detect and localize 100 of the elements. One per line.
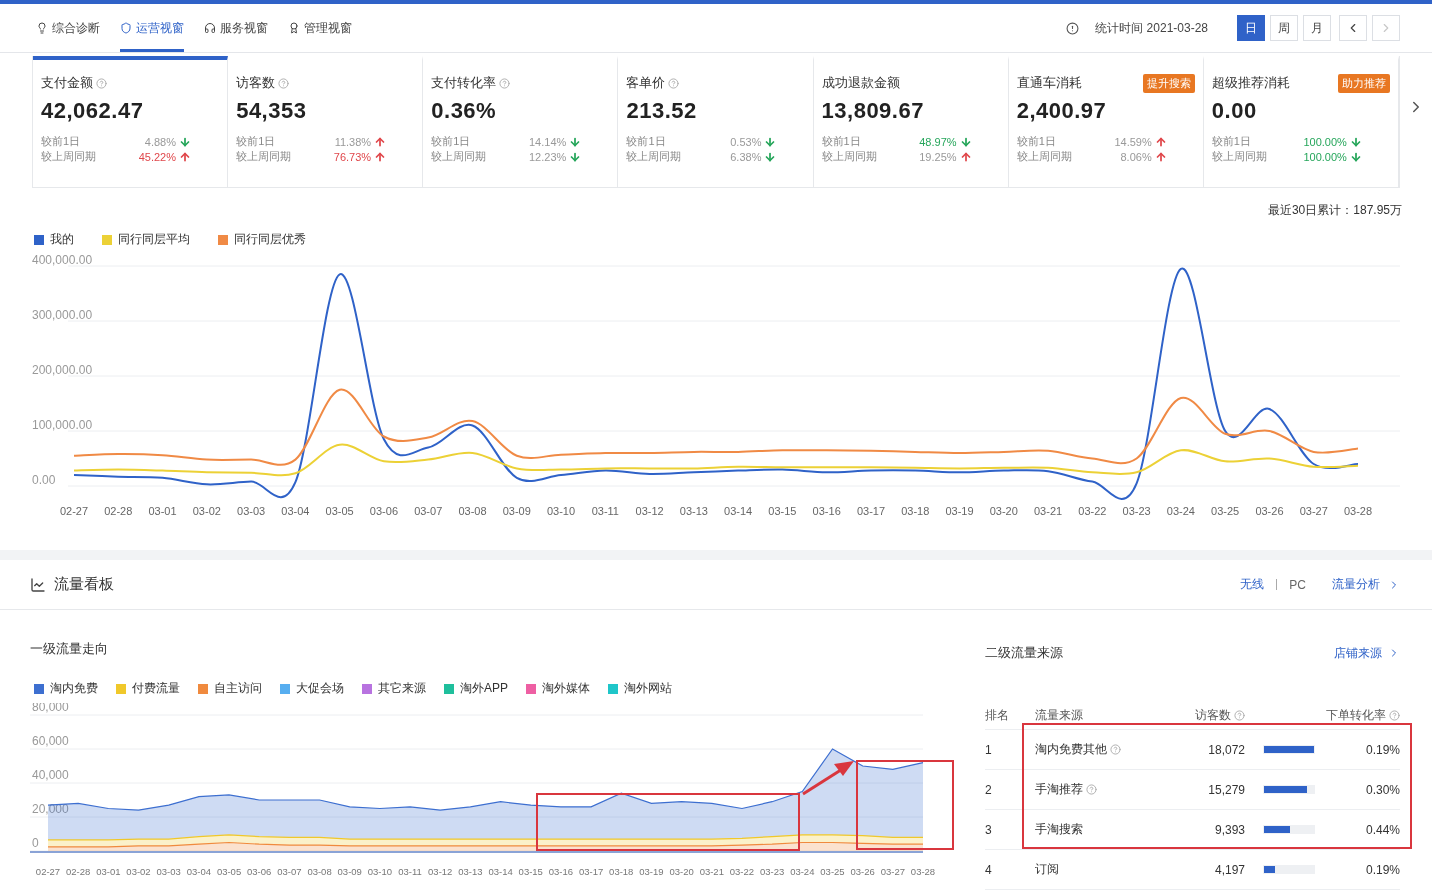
axis-label: 03-13 [458,866,483,877]
store-source-link[interactable]: 店铺来源 [1334,644,1382,662]
source-cell[interactable]: 订阅 [1035,861,1175,878]
nav-tab[interactable]: 综合诊断 [36,4,100,52]
axis-label: 03-27 [1299,505,1328,517]
rank-cell-text: 1 [985,742,993,757]
axis-label: 03-22 [1078,505,1107,517]
axis-label: 03-24 [790,866,815,877]
source-cell[interactable]: 手淘搜索 [1035,821,1175,838]
comparison-label: 较上周同期 [431,149,488,164]
comparison-value: 19.25% [919,150,957,163]
axis-label: 0 [32,836,39,850]
legend-label: 同行同层平均 [118,231,190,248]
comparison-label: 较前1日 [41,134,82,149]
axis-label: 03-25 [1211,505,1240,517]
axis-label: 03-11 [591,505,619,517]
axis-label: 03-27 [880,866,905,877]
channel-link[interactable]: PC [1289,577,1306,592]
comparison-label: 较前1日 [236,134,277,149]
axis-label: 03-23 [1122,505,1151,517]
axis-label: 03-13 [679,505,708,517]
comparison-label: 较上周同期 [41,149,97,164]
source-cell[interactable]: 手淘推荐 [1035,781,1175,798]
metric-card[interactable]: 支付转化率 0.36% 较前1日 14.14% 较上周同期 12.23% [423,56,619,187]
axis-label: 03-23 [760,866,785,877]
legend-swatch [102,234,112,245]
comparison-label: 较前1日 [1211,134,1252,149]
axis-label: 03-12 [635,505,664,517]
visitor-count: 9,393 [1213,822,1245,837]
rank-cell-text: 3 [985,822,993,837]
comparison-label: 较上周同期 [1016,149,1073,164]
nav-tab[interactable]: 服务视窗 [204,4,268,52]
metric-card[interactable]: 成功退款金额 13,809.67 较前1日 48.97% 较上周同期 19.25% [813,56,1009,187]
metric-title: 超级推荐消耗 [1211,74,1290,92]
channel-link[interactable]: 无线 [1240,576,1265,593]
axis-label: 03-21 [699,866,724,877]
axis-label: 02-28 [66,866,91,877]
axis-label: 03-24 [1166,505,1195,517]
metric-title: 支付转化率 [431,74,497,92]
comparison-label: 较上周同期 [236,149,293,164]
axis-label: 03-08 [458,505,487,517]
axis-label: 03-20 [669,866,694,877]
axis-label: 03-18 [609,866,634,877]
metric-value: 213.52 [626,98,698,124]
visitor-count: 18,072 [1207,742,1245,757]
axis-label: 200,000.00 [32,363,93,377]
legend-swatch [34,234,44,245]
axis-label: 400,000.00 [32,254,93,267]
axis-label: 03-16 [548,866,574,877]
axis-label: 03-26 [1255,505,1284,517]
axis-label: 03-21 [1034,505,1063,517]
axis-label: 03-14 [724,505,753,517]
axis-label: 03-03 [156,866,181,877]
headset-icon [204,22,216,34]
shield-icon [120,22,132,34]
axis-label: 0.00 [32,473,56,487]
source-cell[interactable]: 淘内免费其他 [1035,741,1175,758]
comparison-value: 11.38% [334,135,372,148]
metric-card[interactable]: 直通车消耗 提升搜索 2,400.97 较前1日 14.59% 较上周同期 8.06% [1008,56,1204,187]
nav-tab[interactable]: 管理视窗 [288,4,352,52]
conversion-rate: 0.19% [1364,862,1400,877]
metric-card[interactable]: 客单价 213.52 较前1日 0.53% 较上周同期 6.38% [618,56,814,187]
axis-label: 40,000 [32,768,69,782]
axis-label: 03-08 [307,866,332,877]
axis-label: 03-19 [945,505,974,517]
axis-label: 02-28 [104,505,133,517]
axis-label: 03-09 [337,866,362,877]
metric-card[interactable]: 访客数 54,353 较前1日 11.38% 较上周同期 76.73% [228,56,424,187]
axis-label: 03-14 [488,866,513,877]
axis-label: 03-05 [325,505,354,517]
legend-label: 淘内免费 [50,680,98,697]
axis-label: 03-18 [901,505,930,517]
metric-title: 客单价 [626,74,666,92]
metric-value: 0.36% [431,98,498,124]
medal-icon [288,22,300,34]
axis-label: 03-01 [96,866,121,877]
column-header: 下单转化率 [1317,707,1400,724]
section-title: 一级流量走向 [30,640,109,658]
legend-swatch [218,234,228,245]
axis-label: 03-28 [1343,505,1373,517]
legend-label: 付费流量 [132,680,180,697]
comparison-value: 8.06% [1120,150,1152,163]
legend-label: 淘外媒体 [542,680,590,697]
bulb-icon [36,22,48,34]
previous-button[interactable] [1339,15,1367,41]
column-header: 访客数 [1175,707,1245,724]
axis-label: 03-06 [369,505,398,517]
axis-label: 03-06 [247,866,272,877]
axis-label: 80,000 [32,703,69,714]
axis-label: 03-20 [989,505,1018,517]
period-button[interactable]: 周 [1270,15,1298,41]
analysis-link[interactable]: 流量分析 [1332,576,1380,593]
legend-label: 其它来源 [378,680,426,697]
period-button[interactable]: 月 [1303,15,1331,41]
section-title: 二级流量来源 [985,644,1063,662]
period-button[interactable]: 日 [1237,15,1265,41]
axis-label: 03-26 [850,866,875,877]
legend-label: 我的 [50,231,74,248]
metric-title: 支付金额 [41,74,93,92]
metric-card[interactable]: 超级推荐消耗 助力推荐 0.00 较前1日 100.00% 较上周同期 100.00% [1203,56,1399,187]
